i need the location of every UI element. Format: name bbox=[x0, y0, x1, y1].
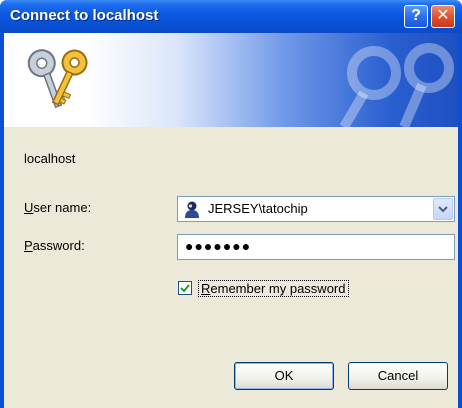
close-button[interactable]: ✕ bbox=[431, 5, 455, 28]
password-masked-value: ●●●●●●● bbox=[185, 238, 252, 254]
user-icon bbox=[185, 201, 199, 218]
title-bar[interactable]: Connect to localhost ? ✕ bbox=[0, 0, 462, 33]
remember-password-checkbox[interactable] bbox=[178, 281, 192, 295]
dialog-banner bbox=[4, 33, 458, 127]
keys-icon bbox=[27, 49, 88, 109]
username-label-text: User name: bbox=[24, 200, 92, 215]
password-label-text: Password: bbox=[24, 238, 85, 253]
cancel-button[interactable]: Cancel bbox=[348, 362, 448, 390]
remember-password-label[interactable]: Remember my password bbox=[198, 280, 349, 297]
connect-dialog: Connect to localhost ? ✕ localhost User … bbox=[0, 0, 462, 408]
chevron-down-icon bbox=[438, 206, 448, 213]
username-value: JERSEY\tatochip bbox=[208, 201, 308, 216]
combobox-dropdown-button[interactable] bbox=[433, 198, 453, 220]
username-label: User name: bbox=[24, 200, 91, 215]
checkmark-icon bbox=[180, 284, 190, 293]
password-label: Password: bbox=[24, 238, 85, 253]
help-button[interactable]: ? bbox=[404, 5, 428, 28]
banner-decoration bbox=[339, 43, 454, 127]
server-name: localhost bbox=[24, 151, 76, 166]
username-combobox[interactable]: JERSEY\tatochip bbox=[177, 196, 455, 222]
password-field[interactable]: ●●●●●●● bbox=[177, 234, 455, 260]
ok-button[interactable]: OK bbox=[234, 362, 334, 390]
dialog-title: Connect to localhost bbox=[10, 7, 159, 24]
